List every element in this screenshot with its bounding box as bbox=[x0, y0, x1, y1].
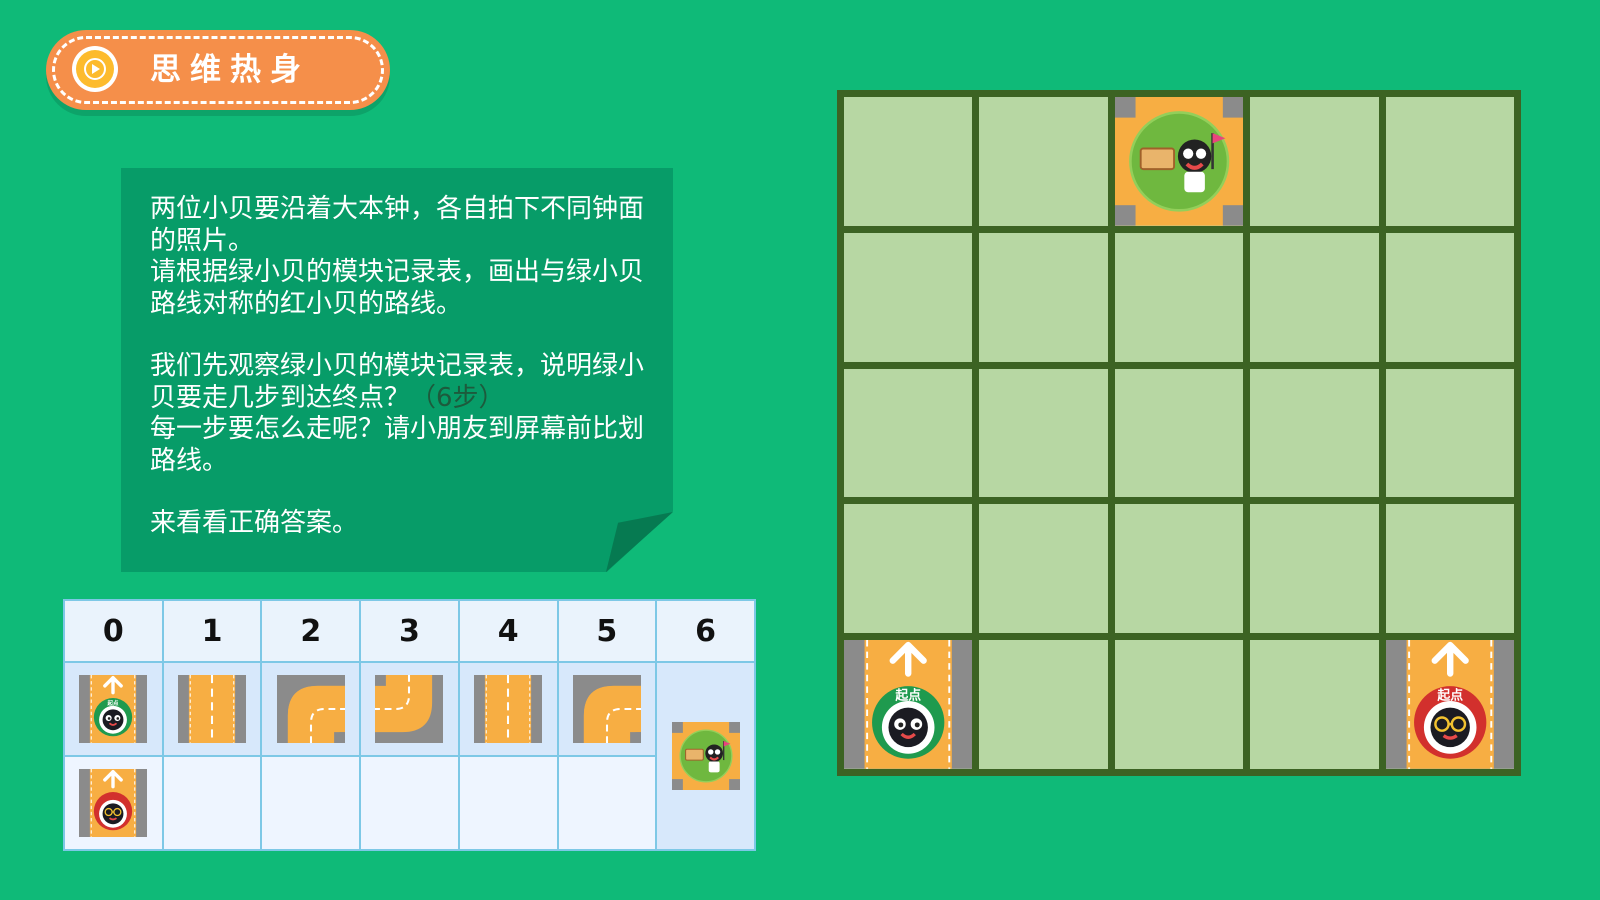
grid-cell[interactable] bbox=[1114, 368, 1244, 498]
grid-cell[interactable] bbox=[979, 640, 1108, 769]
table-cell[interactable] bbox=[556, 661, 658, 757]
answer-hint: （6步） bbox=[410, 382, 505, 413]
column-header: 4 bbox=[457, 599, 559, 663]
question-line: 我们先观察绿小贝的模块记录表，说明绿小贝要走几步到达终点？（6步） bbox=[150, 351, 660, 414]
grid-cell[interactable] bbox=[1114, 232, 1244, 362]
table-cell[interactable] bbox=[260, 755, 362, 851]
start-red-tile-icon bbox=[79, 769, 147, 837]
table-cell[interactable] bbox=[457, 661, 559, 757]
column-header: 5 bbox=[556, 599, 658, 663]
grid-cell[interactable] bbox=[1114, 640, 1244, 769]
instruction-line-5: 来看看正确答案。 bbox=[150, 508, 359, 538]
grid-cell[interactable] bbox=[1385, 232, 1514, 362]
column-header: 0 bbox=[63, 599, 164, 663]
table-header-row: 0 1 2 3 4 5 6 bbox=[63, 599, 756, 663]
grid-cell[interactable] bbox=[1250, 368, 1379, 498]
table-cell[interactable] bbox=[556, 755, 658, 851]
section-title: 思维热身 bbox=[150, 52, 310, 88]
grid-cell[interactable] bbox=[979, 97, 1108, 226]
question-text: 我们先观察绿小贝的模块记录表，说明绿小贝要走几步到达终点？ bbox=[150, 351, 645, 413]
column-header: 6 bbox=[655, 599, 756, 663]
start-red-tile-icon: 起点 bbox=[1386, 640, 1514, 769]
green-bot-row: 起点 bbox=[63, 661, 756, 851]
instruction-text: 两位小贝要沿着大本钟，各自拍下不同钟面的照片。 请根据绿小贝的模块记录表，画出与… bbox=[150, 194, 660, 571]
module-record-table: 0 1 2 3 4 5 6 起点 bbox=[63, 599, 756, 851]
instruction-line-4: 每一步要怎么走呢？请小朋友到屏幕前比划路线。 bbox=[150, 414, 645, 476]
end-tile-icon bbox=[1115, 97, 1243, 226]
grid-cell[interactable] bbox=[1250, 232, 1379, 362]
instruction-line-2: 请根据绿小贝的模块记录表，画出与绿小贝路线对称的红小贝的路线。 bbox=[150, 257, 645, 319]
path-grid-board: 起点 起点 bbox=[837, 90, 1521, 776]
grid-cell[interactable] bbox=[844, 232, 973, 362]
column-header: 1 bbox=[161, 599, 263, 663]
table-cell[interactable] bbox=[260, 661, 362, 757]
play-icon[interactable] bbox=[72, 46, 118, 92]
grid-cell[interactable] bbox=[979, 368, 1108, 498]
red-bot-row bbox=[63, 755, 755, 851]
grid-cell[interactable] bbox=[1250, 97, 1379, 226]
table-cell[interactable]: 起点 bbox=[63, 661, 164, 757]
start-green-tile-icon: 起点 bbox=[844, 640, 972, 769]
curve-road-icon bbox=[277, 675, 345, 743]
curve-road-icon bbox=[375, 675, 443, 743]
table-cell[interactable] bbox=[359, 661, 460, 757]
straight-road-icon bbox=[474, 675, 542, 743]
column-header: 2 bbox=[260, 599, 362, 663]
start-label: 起点 bbox=[1436, 687, 1463, 703]
straight-road-icon bbox=[178, 675, 246, 743]
table-cell[interactable] bbox=[63, 755, 164, 851]
table-cell[interactable] bbox=[161, 661, 263, 757]
grid-cell[interactable] bbox=[1114, 504, 1244, 634]
section-title-pill: 思维热身 bbox=[46, 30, 390, 110]
grid-cell[interactable] bbox=[844, 368, 973, 498]
grid-cell-end[interactable] bbox=[1114, 97, 1244, 226]
table-cell[interactable] bbox=[457, 755, 559, 851]
start-green-tile-icon: 起点 bbox=[79, 675, 147, 743]
grid-cell[interactable] bbox=[844, 97, 973, 226]
grid-cell-start-green[interactable]: 起点 bbox=[844, 640, 973, 769]
grid-cell[interactable] bbox=[979, 232, 1108, 362]
grid-cell[interactable] bbox=[1385, 368, 1514, 498]
table-cell[interactable] bbox=[161, 755, 263, 851]
grid-cell[interactable] bbox=[844, 504, 973, 634]
curve-road-icon bbox=[573, 675, 641, 743]
grid-cell[interactable] bbox=[1250, 504, 1379, 634]
table-cell[interactable] bbox=[359, 755, 460, 851]
table-cell-end[interactable] bbox=[655, 661, 756, 851]
grid-cell[interactable] bbox=[1250, 640, 1379, 769]
grid-cell-start-red[interactable]: 起点 bbox=[1385, 640, 1514, 769]
column-header: 3 bbox=[359, 599, 460, 663]
grid-cell[interactable] bbox=[1385, 97, 1514, 226]
grid-cell[interactable] bbox=[1385, 504, 1514, 634]
grid-cell[interactable] bbox=[979, 504, 1108, 634]
end-tile-icon bbox=[672, 722, 740, 790]
start-label: 起点 bbox=[894, 687, 921, 703]
instruction-line-1: 两位小贝要沿着大本钟，各自拍下不同钟面的照片。 bbox=[150, 194, 645, 256]
